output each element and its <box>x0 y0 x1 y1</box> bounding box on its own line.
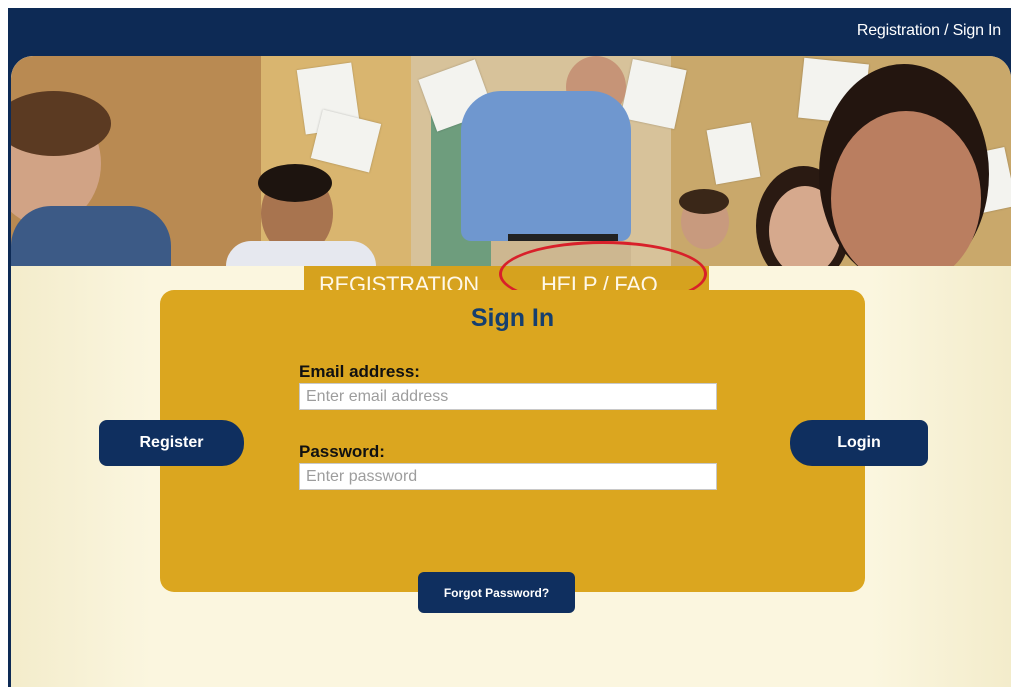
login-button[interactable]: Login <box>790 420 928 466</box>
email-field[interactable] <box>299 383 717 410</box>
hero-classroom-photo <box>11 56 1011 266</box>
email-label: Email address: <box>299 362 420 381</box>
registration-signin-link[interactable]: Registration / Sign In <box>857 22 1001 40</box>
signin-panel: Sign In Email address: Password: <box>160 290 865 592</box>
password-label: Password: <box>299 442 385 461</box>
forgot-password-button[interactable]: Forgot Password? <box>418 572 575 613</box>
app-frame: Registration / Sign In REGISTRATION HELP… <box>8 8 1011 687</box>
signin-title: Sign In <box>470 304 555 332</box>
register-button[interactable]: Register <box>99 420 244 466</box>
top-bar: Registration / Sign In <box>8 8 1011 56</box>
password-field[interactable] <box>299 463 717 490</box>
